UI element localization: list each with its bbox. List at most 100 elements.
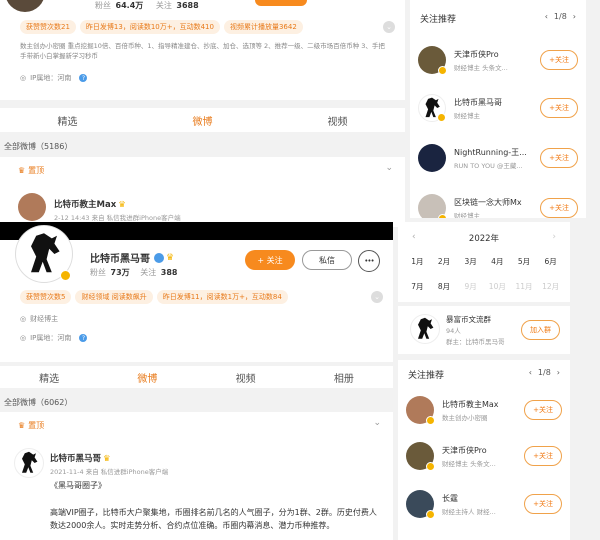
fans-count: 73万 bbox=[110, 268, 130, 277]
pager: 1/8 bbox=[537, 368, 551, 377]
crown-icon: ♛ bbox=[18, 421, 26, 430]
pinned-post: ♛ 置顶 ⌄ 比特币黑马哥 ♛ 2021-11-4 来自 私信进群iPhone客户… bbox=[0, 412, 393, 540]
help-icon[interactable]: ? bbox=[79, 334, 88, 342]
month-cell[interactable]: 2月 bbox=[431, 256, 458, 267]
group-card: 暴富币文流群 94人 群主：比特币黑马哥 加入群 bbox=[398, 306, 570, 354]
follow-button[interactable]: +关注 bbox=[524, 400, 562, 420]
author-avatar[interactable] bbox=[14, 448, 44, 478]
stat-badge: 获赞赞次数5 bbox=[20, 290, 72, 304]
verified-icon bbox=[154, 252, 164, 263]
top-tab-bar: 精选 微博 视频 bbox=[0, 108, 405, 132]
next-icon[interactable]: › bbox=[557, 368, 560, 377]
user-avatar[interactable] bbox=[418, 94, 446, 122]
month-cell: 12月 bbox=[542, 282, 560, 291]
black-horse-icon bbox=[22, 451, 38, 473]
ip-location: IP属地：河南 bbox=[30, 74, 72, 82]
vip-icon: ♛ bbox=[118, 200, 126, 210]
top-pinned-post: ♛ 置顶 ⌄ 比特币教主Max ♛ 2-12 14:43 来自 私信我进群iPho… bbox=[0, 157, 405, 227]
verified-badge bbox=[60, 270, 71, 281]
tab-video[interactable]: 视频 bbox=[236, 370, 256, 385]
expand-icon[interactable]: ⌄ bbox=[383, 21, 395, 33]
follow-button[interactable]: +关注 bbox=[540, 198, 578, 218]
vip-icon: ♛ bbox=[166, 252, 175, 263]
recommend-item[interactable]: 长霆 财经主持人 财经... +关注 bbox=[406, 484, 562, 524]
prev-icon[interactable]: ‹ bbox=[529, 368, 532, 377]
tab-weibo[interactable]: 微博 bbox=[193, 113, 213, 128]
user-avatar[interactable] bbox=[418, 144, 446, 172]
expand-icon[interactable]: ⌄ bbox=[371, 291, 383, 303]
prev-icon[interactable]: ‹ bbox=[545, 12, 548, 21]
profile-avatar[interactable] bbox=[16, 226, 72, 282]
pinned-label: 置顶 bbox=[28, 421, 45, 430]
month-cell[interactable]: 7月 bbox=[404, 281, 431, 292]
ip-location: IP属地：河南 bbox=[30, 334, 72, 342]
user-avatar[interactable] bbox=[406, 396, 435, 425]
recommend-item[interactable]: 天津币侠Pro 财经博主 头条文... +关注 bbox=[406, 436, 562, 476]
follow-button[interactable]: +关注 bbox=[540, 50, 578, 70]
following-label: 关注 bbox=[155, 1, 172, 10]
month-cell: 10月 bbox=[488, 282, 506, 291]
stat-badge: 昨日发博11，阅读数1万+，互动数84 bbox=[156, 290, 288, 304]
top-profile-card: 粉丝 64.4万 关注 3688 获赞赞次数21 昨日发博13，阅读数10万+，… bbox=[0, 0, 405, 100]
stat-badges: 获赞赞次数5 财经领域 阅读数飙升 昨日发博11，阅读数1万+，互动数84 ⌄ bbox=[20, 290, 383, 304]
tab-video[interactable]: 视频 bbox=[328, 113, 348, 128]
user-avatar[interactable] bbox=[418, 46, 447, 75]
pinned-label: 置顶 bbox=[28, 166, 45, 175]
recommend-item[interactable]: 比特币黑马哥 财经博主 +关注 bbox=[418, 88, 578, 128]
month-cell[interactable]: 3月 bbox=[457, 256, 484, 267]
post-meta: 2-12 14:43 来自 私信我进群iPhone客户端 bbox=[54, 214, 181, 222]
avatar bbox=[5, 0, 45, 12]
recommend-item[interactable]: 天津币侠Pro 财经博主 头条文... +关注 bbox=[418, 40, 578, 80]
post-meta: 2021-11-4 来自 私信进群iPhone客户端 bbox=[50, 468, 169, 476]
recommend-item[interactable]: NightRunning-王... RUN TO YOU @王藏... +关注 bbox=[418, 138, 578, 178]
tab-featured[interactable]: 精选 bbox=[58, 113, 78, 128]
following-count: 388 bbox=[160, 268, 178, 277]
follow-button[interactable]: +关注 bbox=[524, 446, 562, 466]
role-icon: ◎ bbox=[20, 315, 27, 323]
post-menu-icon[interactable]: ⌄ bbox=[373, 418, 381, 428]
pager: 1/8 bbox=[553, 12, 567, 21]
post-author[interactable]: 比特币教主Max ♛ bbox=[54, 198, 126, 210]
fans-label: 粉丝 bbox=[95, 1, 111, 10]
post-title: 《黑马哥圈子》 bbox=[50, 481, 106, 490]
stat-badge: 昨日发博13，阅读数10万+，互动数410 bbox=[79, 20, 220, 34]
follow-button[interactable]: +关注 bbox=[540, 98, 578, 118]
post-menu-icon[interactable]: ⌄ bbox=[385, 163, 393, 173]
post-body: 高端VIP圈子，比特币大户聚集地，币圈排名前几名的人气圈子，分为1群、2群。历史… bbox=[50, 508, 377, 530]
user-avatar[interactable] bbox=[406, 442, 435, 471]
profile-role: 财经博主 bbox=[30, 315, 59, 323]
author-avatar[interactable] bbox=[18, 193, 46, 221]
month-cell: 9月 bbox=[464, 282, 477, 291]
recommend-item[interactable]: 区块链一念大师Mx 财经博主 +关注 bbox=[418, 188, 578, 218]
follow-button[interactable]: + 关注 bbox=[245, 250, 295, 270]
help-icon[interactable]: ? bbox=[79, 74, 88, 82]
tab-featured[interactable]: 精选 bbox=[39, 370, 59, 385]
bio: 数主创办小密圈 重点挖掘10倍、百倍币种、1、指导精准建仓、抄底、加仓、选顶等 … bbox=[20, 42, 385, 60]
month-cell[interactable]: 4月 bbox=[484, 256, 511, 267]
next-year-icon[interactable]: › bbox=[552, 232, 556, 242]
user-avatar[interactable] bbox=[418, 194, 447, 218]
post-author[interactable]: 比特币黑马哥 ♛ bbox=[50, 452, 111, 464]
month-cell[interactable]: 1月 bbox=[404, 256, 431, 267]
recommend-item[interactable]: 比特币教主Max 数主创办小密圈 +关注 bbox=[406, 390, 562, 430]
group-avatar[interactable] bbox=[410, 314, 440, 344]
month-cell[interactable]: 6月 bbox=[537, 256, 564, 267]
tab-weibo[interactable]: 微博 bbox=[137, 370, 157, 385]
month-cell[interactable]: 8月 bbox=[431, 281, 458, 292]
tab-album[interactable]: 相册 bbox=[334, 370, 354, 385]
black-horse-icon bbox=[418, 317, 434, 339]
join-group-button[interactable]: 加入群 bbox=[521, 320, 560, 340]
follow-button[interactable] bbox=[255, 0, 307, 6]
follow-button[interactable]: +关注 bbox=[540, 148, 578, 168]
group-count: 94人 bbox=[446, 327, 461, 335]
user-avatar[interactable] bbox=[406, 490, 435, 519]
message-button[interactable]: 私信 bbox=[302, 250, 352, 270]
next-icon[interactable]: › bbox=[573, 12, 576, 21]
more-button[interactable]: ••• bbox=[358, 250, 380, 272]
recommend-title: 关注推荐 bbox=[408, 371, 445, 381]
stat-badges: 获赞赞次数21 昨日发博13，阅读数10万+，互动数410 视频累计播放量364… bbox=[20, 20, 395, 34]
stat-badge: 财经领域 阅读数飙升 bbox=[75, 290, 153, 304]
group-owner: 群主：比特币黑马哥 bbox=[446, 338, 505, 346]
follow-button[interactable]: +关注 bbox=[524, 494, 562, 514]
month-cell[interactable]: 5月 bbox=[511, 256, 538, 267]
